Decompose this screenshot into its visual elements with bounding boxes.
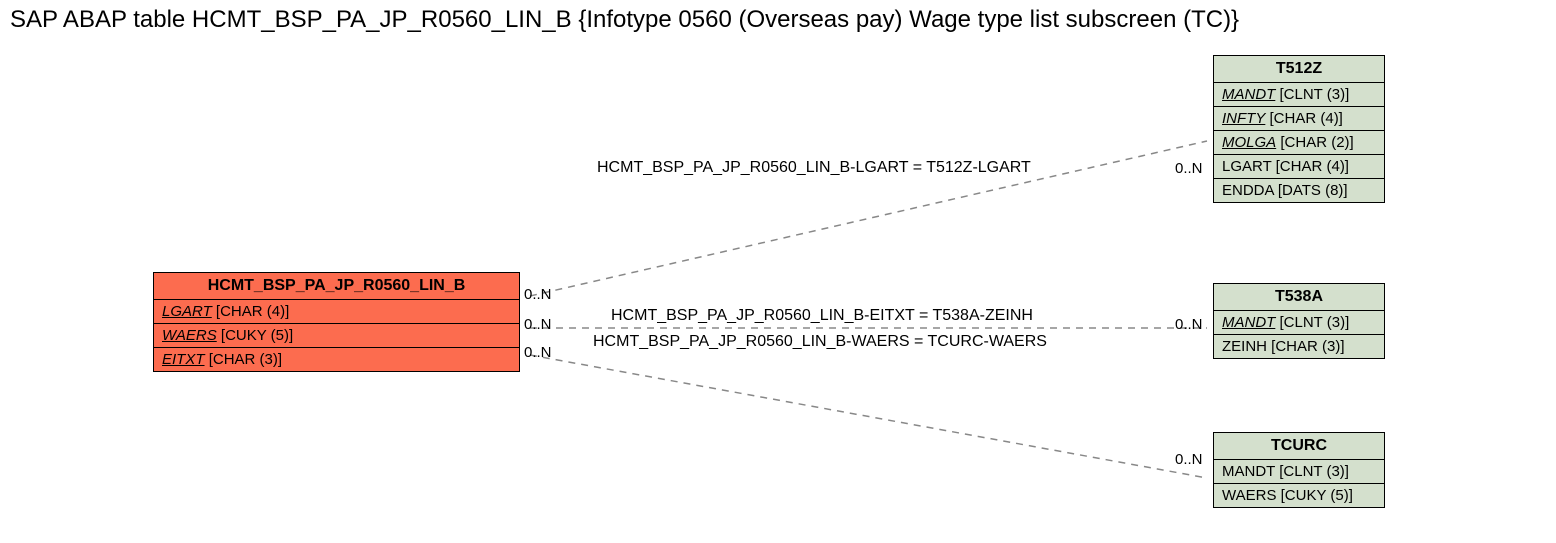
entity-header: TCURC: [1214, 433, 1384, 460]
entity-field: ZEINH [CHAR (3)]: [1214, 335, 1384, 358]
entity-main: HCMT_BSP_PA_JP_R0560_LIN_B LGART [CHAR (…: [153, 272, 520, 372]
entity-field: MOLGA [CHAR (2)]: [1214, 131, 1384, 155]
relation-label: HCMT_BSP_PA_JP_R0560_LIN_B-EITXT = T538A…: [611, 307, 1033, 325]
cardinality-right: 0..N: [1175, 160, 1203, 177]
relation-label: HCMT_BSP_PA_JP_R0560_LIN_B-LGART = T512Z…: [597, 159, 1031, 177]
entity-field: MANDT [CLNT (3)]: [1214, 83, 1384, 107]
entity-main-field: WAERS [CUKY (5)]: [154, 324, 519, 348]
entity-tcurc: TCURC MANDT [CLNT (3)] WAERS [CUKY (5)]: [1213, 432, 1385, 508]
entity-t538a: T538A MANDT [CLNT (3)] ZEINH [CHAR (3)]: [1213, 283, 1385, 359]
entity-main-field: LGART [CHAR (4)]: [154, 300, 519, 324]
entity-main-header: HCMT_BSP_PA_JP_R0560_LIN_B: [154, 273, 519, 300]
entity-field: LGART [CHAR (4)]: [1214, 155, 1384, 179]
cardinality-left: 0..N: [524, 286, 552, 303]
entity-header: T512Z: [1214, 56, 1384, 83]
entity-field: MANDT [CLNT (3)]: [1214, 311, 1384, 335]
entity-t512z: T512Z MANDT [CLNT (3)] INFTY [CHAR (4)] …: [1213, 55, 1385, 203]
cardinality-left: 0..N: [524, 316, 552, 333]
page-title: SAP ABAP table HCMT_BSP_PA_JP_R0560_LIN_…: [10, 6, 1239, 34]
relation-label: HCMT_BSP_PA_JP_R0560_LIN_B-WAERS = TCURC…: [593, 333, 1047, 351]
entity-field: ENDDA [DATS (8)]: [1214, 179, 1384, 202]
entity-header: T538A: [1214, 284, 1384, 311]
entity-main-field: EITXT [CHAR (3)]: [154, 348, 519, 371]
entity-field: MANDT [CLNT (3)]: [1214, 460, 1384, 484]
cardinality-left: 0..N: [524, 344, 552, 361]
entity-field: INFTY [CHAR (4)]: [1214, 107, 1384, 131]
cardinality-right: 0..N: [1175, 316, 1203, 333]
entity-field: WAERS [CUKY (5)]: [1214, 484, 1384, 507]
cardinality-right: 0..N: [1175, 451, 1203, 468]
